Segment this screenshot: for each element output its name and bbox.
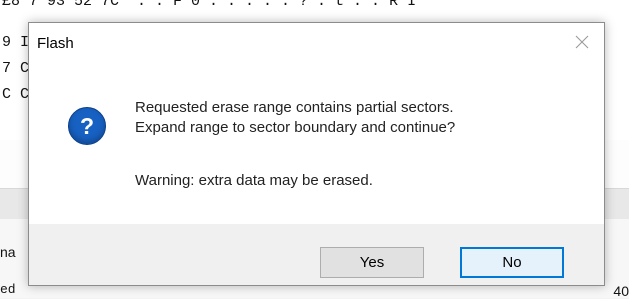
question-glyph: ? [79, 113, 95, 139]
warning-text: Warning: extra data may be erased. [135, 172, 373, 189]
dialog-footer: Yes No [29, 224, 604, 285]
hex-line: £8 7 93 52 7C . . F 0 . . . . . ? . t . … [2, 0, 417, 10]
host-trailing-text: 40 [613, 283, 629, 299]
hex-line: 7 C [2, 60, 30, 77]
close-icon [575, 35, 589, 49]
message-line-2: Expand range to sector boundary and cont… [135, 119, 456, 136]
dialog-title: Flash [37, 35, 74, 52]
message-line-1: Requested erase range contains partial s… [135, 99, 454, 116]
hex-line: C C [2, 86, 30, 103]
question-icon: ? [68, 107, 106, 145]
close-button[interactable] [564, 27, 600, 57]
no-button[interactable]: No [460, 247, 564, 278]
host-side-label: na [0, 244, 16, 260]
hex-line: 9 I [2, 34, 30, 51]
yes-button[interactable]: Yes [320, 247, 424, 278]
flash-dialog: Flash ? Requested erase range contains p… [28, 22, 605, 286]
